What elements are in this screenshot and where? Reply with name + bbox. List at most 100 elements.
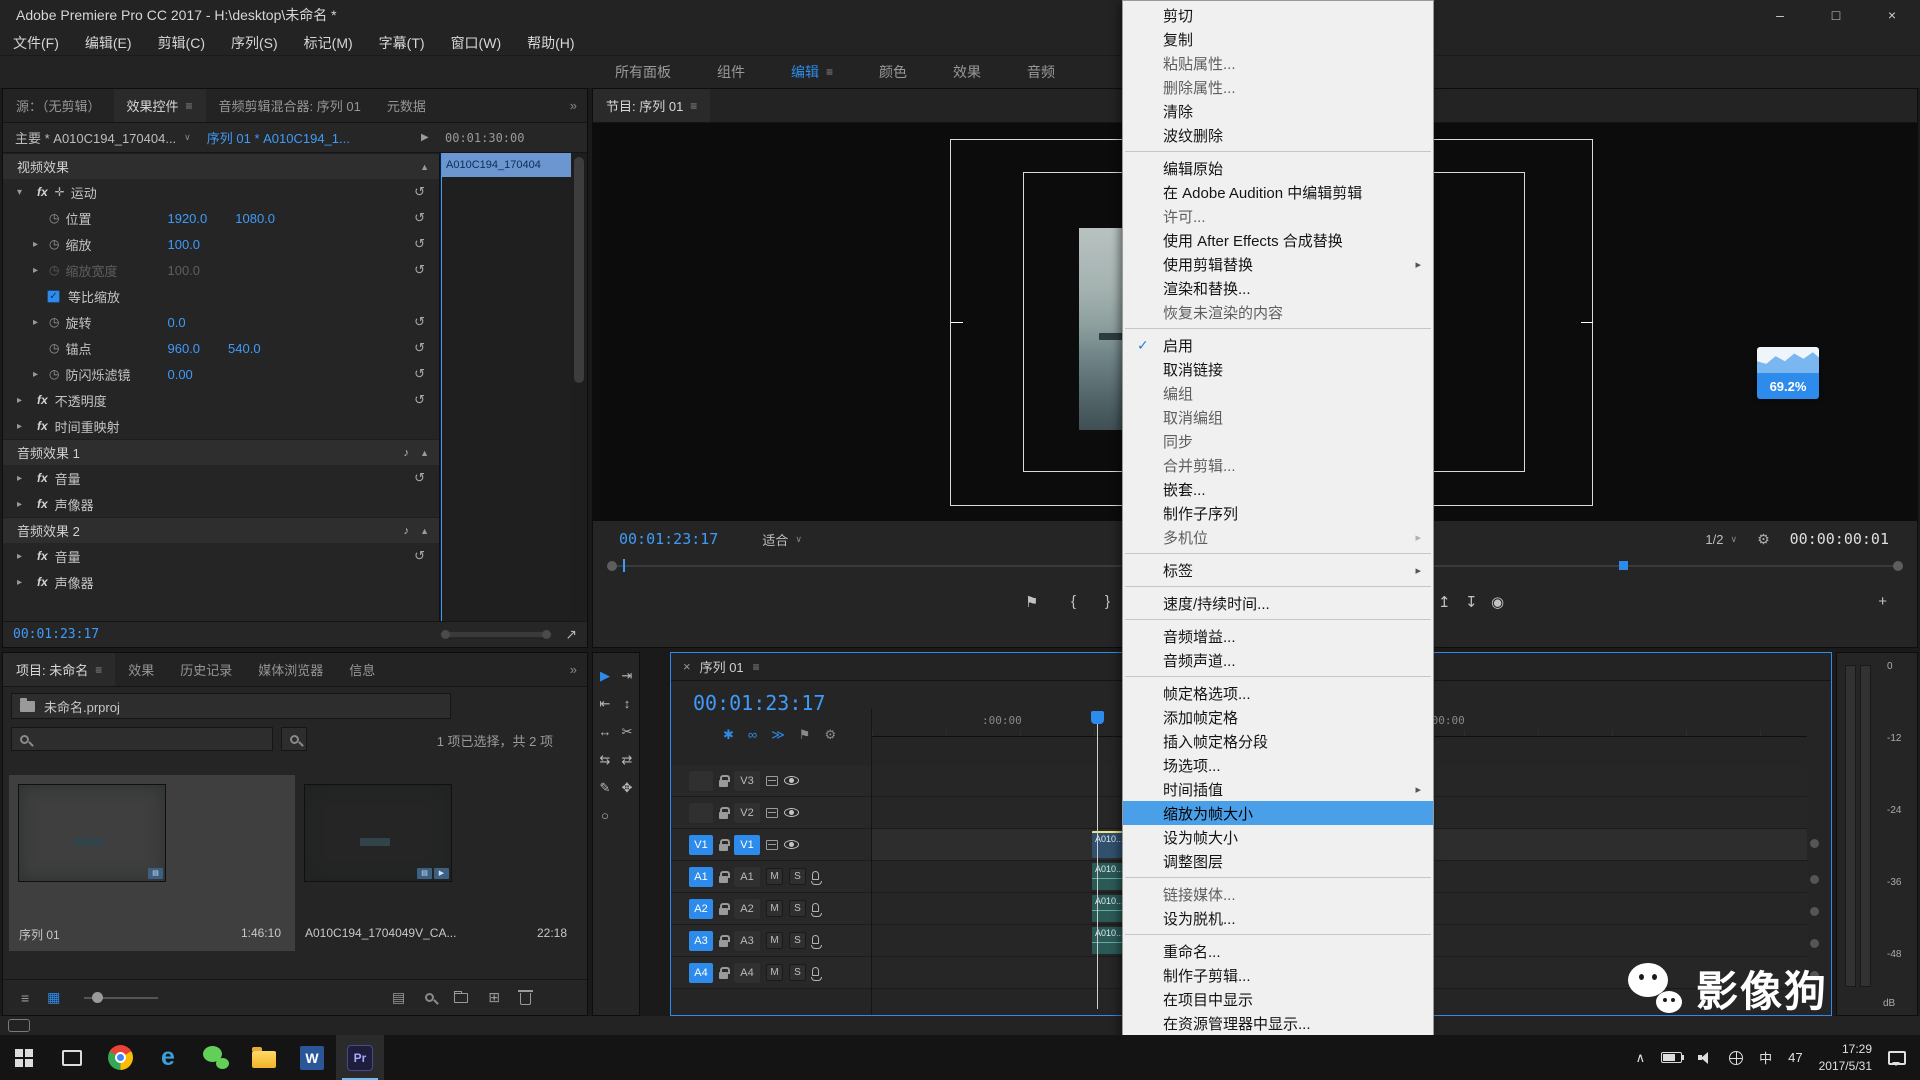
context-menu-item[interactable]: 清除 bbox=[1123, 99, 1433, 123]
solo-toggle[interactable]: S bbox=[789, 900, 806, 917]
export-frame-button[interactable]: ◉ bbox=[1491, 593, 1504, 611]
reset-icon[interactable]: ↺ bbox=[414, 210, 425, 226]
track-name[interactable]: A3 bbox=[734, 931, 760, 951]
slip-tool[interactable]: ⇆ bbox=[594, 747, 616, 772]
filter-bin-button[interactable] bbox=[281, 727, 307, 751]
button-editor-plus[interactable]: + bbox=[1878, 593, 1887, 610]
hidden-icons-chevron[interactable]: ∧ bbox=[1636, 1050, 1646, 1066]
source-patch[interactable]: A4 bbox=[689, 963, 713, 983]
premiere-taskbar-button[interactable]: Pr bbox=[336, 1035, 384, 1080]
scrollbar-thumb[interactable] bbox=[574, 157, 584, 383]
param-value[interactable]: 100.0 bbox=[167, 237, 200, 252]
twirl-icon[interactable]: ▸ bbox=[17, 473, 31, 484]
caret-down-icon[interactable]: ∨ bbox=[184, 132, 191, 143]
rate-stretch-tool[interactable]: ↔ bbox=[594, 719, 616, 744]
solo-toggle[interactable]: S bbox=[789, 932, 806, 949]
uniform-scale-checkbox[interactable]: ✓ bbox=[47, 290, 60, 303]
param-value[interactable]: 540.0 bbox=[228, 341, 261, 356]
sync-lock-icon[interactable] bbox=[766, 808, 778, 818]
lock-icon[interactable] bbox=[719, 780, 728, 787]
battery-percent[interactable]: 47 bbox=[1788, 1050, 1802, 1065]
lock-icon[interactable] bbox=[719, 940, 728, 947]
zoom-tool[interactable]: ○ bbox=[594, 803, 616, 828]
context-menu-item[interactable]: 音频增益... bbox=[1123, 624, 1433, 648]
slide-tool[interactable]: ⇄ bbox=[616, 747, 638, 772]
context-menu-item[interactable]: 制作子序列 bbox=[1123, 501, 1433, 525]
source-patch[interactable]: A2 bbox=[689, 899, 713, 919]
new-bin-icon[interactable] bbox=[454, 993, 468, 1003]
word-taskbar-button[interactable]: W bbox=[288, 1035, 336, 1080]
effects-mini-timeline[interactable]: A010C194_170404 bbox=[439, 153, 571, 621]
icon-view-button[interactable]: ▦ bbox=[47, 989, 60, 1006]
twirl-icon[interactable]: ▸ bbox=[17, 395, 31, 406]
track-scroll-knob[interactable] bbox=[1810, 875, 1819, 884]
collapse-icon[interactable]: ▲ bbox=[420, 162, 429, 172]
workspace-all-panels[interactable]: 所有面板 bbox=[615, 62, 671, 82]
source-patch[interactable] bbox=[689, 771, 713, 791]
tab-media-browser[interactable]: 媒体浏览器 bbox=[245, 653, 336, 686]
tab-audio-clip-mixer[interactable]: 音频剪辑混合器: 序列 01 bbox=[206, 89, 374, 122]
effect-name[interactable]: 不透明度 bbox=[55, 391, 107, 410]
stopwatch-icon[interactable]: ◷ bbox=[49, 341, 59, 355]
param-value[interactable]: 960.0 bbox=[167, 341, 200, 356]
zoom-level-dropdown[interactable]: 适合 ∨ bbox=[762, 530, 802, 549]
extract-button[interactable]: ↧ bbox=[1465, 593, 1478, 611]
lock-icon[interactable] bbox=[719, 812, 728, 819]
workspace-assembly[interactable]: 组件 bbox=[717, 62, 745, 82]
context-menu-item[interactable]: 在项目中显示 bbox=[1123, 987, 1433, 1011]
wechat-taskbar-button[interactable] bbox=[192, 1035, 240, 1080]
effects-horizontal-scrollbar[interactable] bbox=[445, 632, 547, 637]
track-scroll-knob[interactable] bbox=[1810, 939, 1819, 948]
effects-playhead[interactable] bbox=[441, 153, 442, 621]
close-tab-icon[interactable]: × bbox=[683, 659, 691, 674]
timeline-settings-button[interactable]: ⚙ bbox=[824, 727, 836, 743]
context-menu-item[interactable]: 速度/持续时间... bbox=[1123, 591, 1433, 615]
add-marker-button[interactable]: ⚑ bbox=[1025, 593, 1038, 611]
scrubber-playhead[interactable] bbox=[623, 559, 625, 572]
expand-icon[interactable]: ▸ bbox=[33, 265, 47, 276]
track-output-toggle[interactable] bbox=[784, 840, 799, 849]
context-menu-item[interactable]: 在 Adobe Audition 中编辑剪辑 bbox=[1123, 180, 1433, 204]
tab-source-monitor[interactable]: 源：（无剪辑） bbox=[3, 89, 114, 122]
context-menu-item[interactable]: 设为帧大小 bbox=[1123, 825, 1433, 849]
close-button[interactable]: × bbox=[1864, 0, 1920, 30]
collapse-icon[interactable]: ▲ bbox=[420, 526, 429, 536]
effect-name[interactable]: 音量 bbox=[55, 469, 81, 488]
mute-toggle[interactable]: M bbox=[766, 932, 783, 949]
twirl-icon[interactable]: ▾ bbox=[17, 187, 31, 198]
panel-menu-icon[interactable]: ≡ bbox=[186, 99, 193, 113]
reset-icon[interactable]: ↺ bbox=[414, 392, 425, 408]
context-menu-item[interactable]: 添加帧定格 bbox=[1123, 705, 1433, 729]
effect-name[interactable]: 声像器 bbox=[55, 495, 94, 514]
tab-project[interactable]: 项目: 未命名≡ bbox=[3, 653, 115, 686]
ripple-edit-tool[interactable]: ⇤ bbox=[594, 691, 616, 716]
project-item[interactable]: ▤▶A010C194_1704049V_CA...22:18 bbox=[295, 775, 581, 951]
effects-current-timecode[interactable]: 00:01:23:17 bbox=[13, 627, 99, 642]
workspace-editing[interactable]: 编辑≡ bbox=[791, 62, 833, 82]
tab-info[interactable]: 信息 bbox=[336, 653, 388, 686]
reset-icon[interactable]: ↺ bbox=[414, 262, 425, 278]
hand-tool[interactable]: ✥ bbox=[616, 775, 638, 800]
trash-icon[interactable] bbox=[520, 993, 531, 1005]
settings-wrench-icon[interactable]: ⚙ bbox=[1757, 531, 1770, 548]
edge-taskbar-button[interactable]: e bbox=[144, 1035, 192, 1080]
menu-help[interactable]: 帮助(H) bbox=[514, 33, 587, 53]
expand-icon[interactable]: ▸ bbox=[33, 317, 47, 328]
menu-sequence[interactable]: 序列(S) bbox=[218, 33, 291, 53]
selection-tool[interactable]: ▶ bbox=[594, 663, 616, 688]
param-value[interactable]: 1080.0 bbox=[235, 211, 275, 226]
sync-lock-icon[interactable] bbox=[766, 840, 778, 850]
menu-titles[interactable]: 字幕(T) bbox=[366, 33, 438, 53]
lock-icon[interactable] bbox=[719, 844, 728, 851]
scrubber-left-knob[interactable] bbox=[607, 561, 617, 571]
source-patch[interactable]: V1 bbox=[689, 835, 713, 855]
panel-menu-icon[interactable]: ≡ bbox=[95, 663, 102, 677]
pen-tool[interactable]: ✎ bbox=[594, 775, 616, 800]
source-patch[interactable]: A3 bbox=[689, 931, 713, 951]
track-output-toggle[interactable] bbox=[784, 808, 799, 817]
lock-icon[interactable] bbox=[719, 972, 728, 979]
timeline-timecode[interactable]: 00:01:23:17 bbox=[693, 691, 825, 715]
mic-icon[interactable] bbox=[812, 903, 819, 912]
effect-name[interactable]: 音量 bbox=[55, 547, 81, 566]
source-patch[interactable] bbox=[689, 803, 713, 823]
